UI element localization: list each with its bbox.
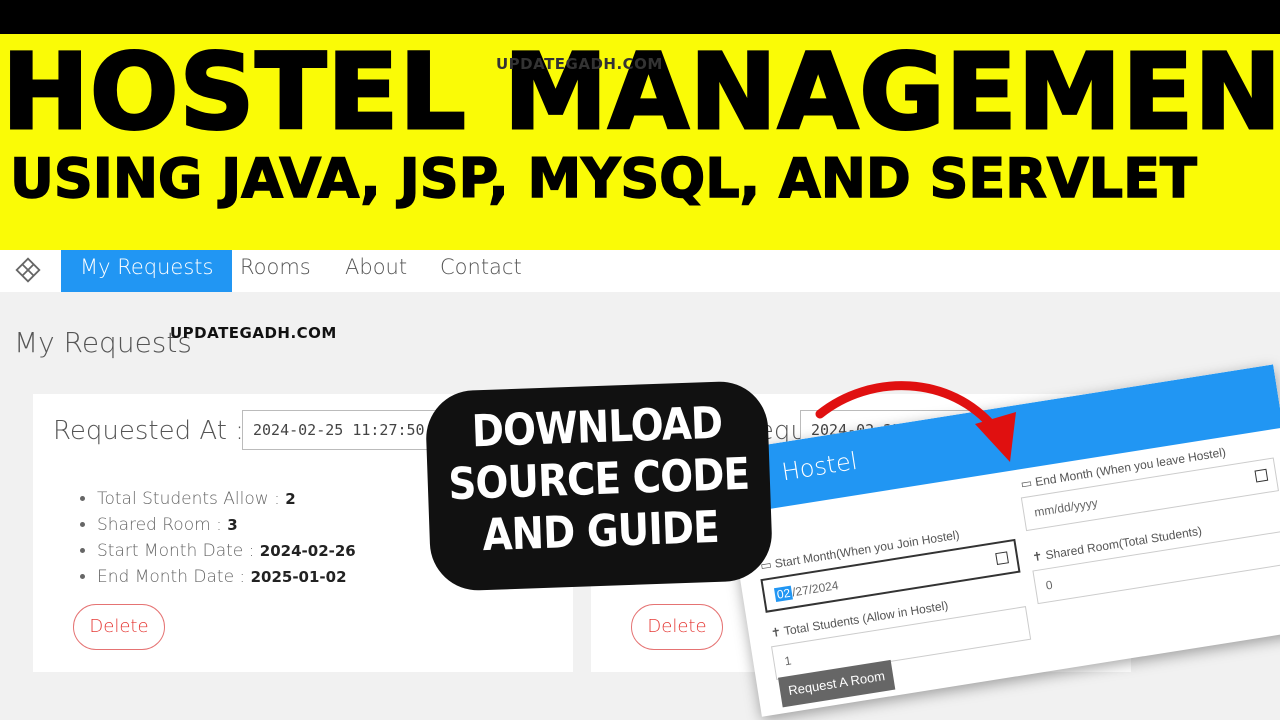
list-item: Shared Room : 3 [97, 512, 356, 538]
requested-at-label: Requested At : [53, 416, 244, 446]
calendar-icon[interactable] [1254, 468, 1269, 483]
watermark-mid: UPDATEGADH.COM [170, 324, 337, 342]
download-badge[interactable]: DOWNLOAD SOURCE CODE AND GUIDE [424, 380, 774, 592]
red-arrow-icon [815, 381, 1016, 462]
list-item: End Month Date : 2025-01-02 [97, 564, 356, 590]
page-title: My Requests [14, 326, 192, 359]
banner-top-strip [0, 0, 1280, 34]
watermark-top: UPDATEGADH.COM [496, 55, 663, 73]
list-item: Start Month Date : 2024-02-26 [97, 538, 356, 564]
diamond-grid-icon[interactable] [14, 256, 42, 284]
request-details: Total Students Allow : 2 Shared Room : 3… [97, 486, 356, 590]
delete-button[interactable]: Delete [73, 604, 165, 650]
navbar: My Requests Rooms About Contact [0, 250, 1280, 293]
delete-button[interactable]: Delete [631, 604, 723, 650]
calendar-icon[interactable] [995, 551, 1009, 566]
banner-subtitle: USING JAVA, JSP, MYSQL, AND SERVLET [9, 147, 1197, 210]
list-item: Total Students Allow : 2 [97, 486, 356, 512]
nav-about[interactable]: About [345, 250, 407, 292]
nav-rooms[interactable]: Rooms [240, 250, 311, 292]
badge-text: DOWNLOAD SOURCE CODE AND GUIDE [447, 397, 750, 562]
nav-contact[interactable]: Contact [440, 250, 522, 292]
nav-my-requests[interactable]: My Requests [61, 250, 233, 293]
